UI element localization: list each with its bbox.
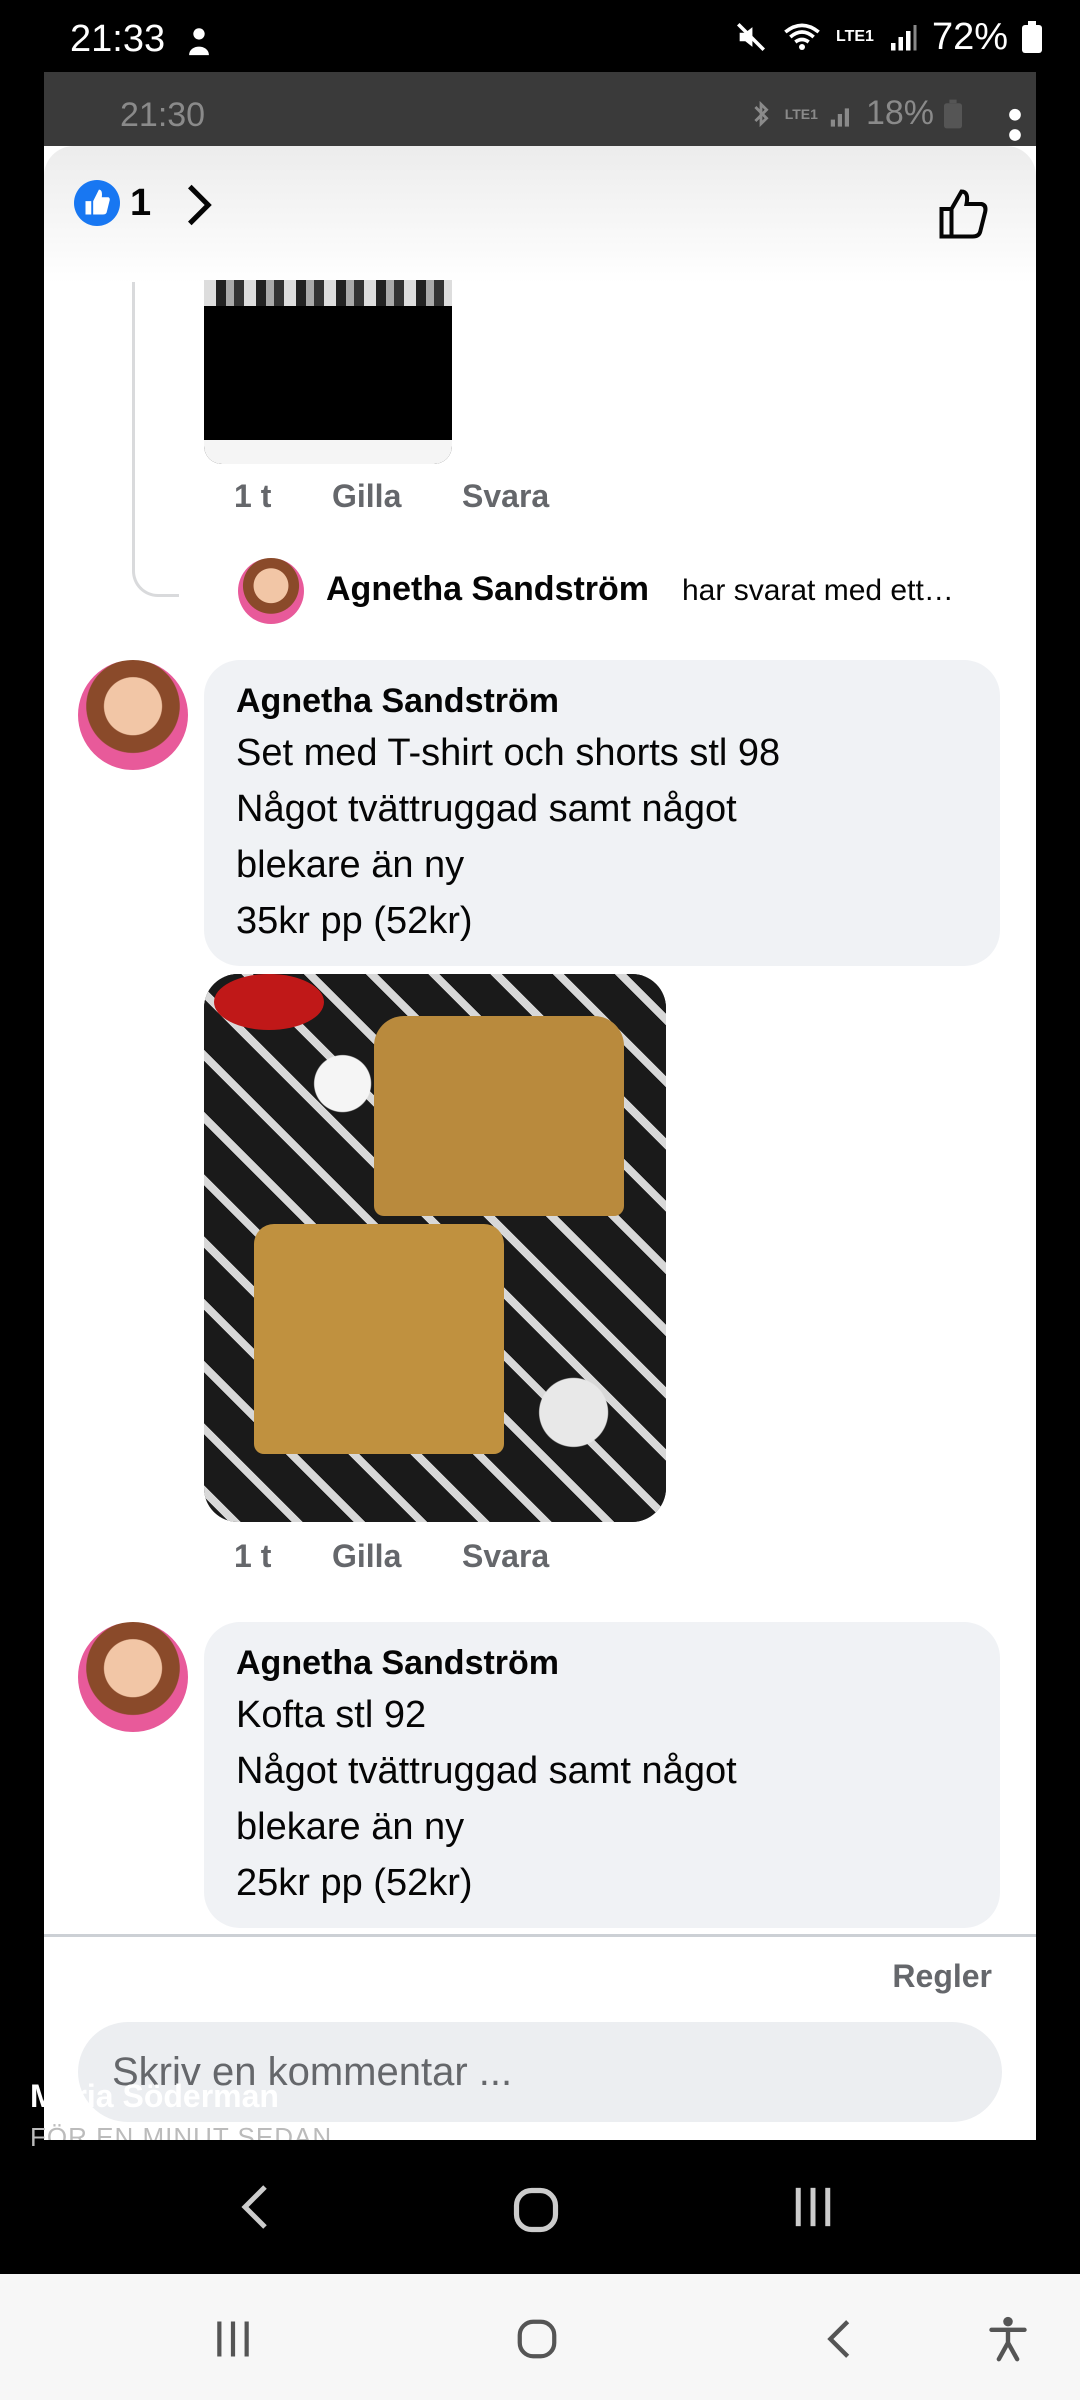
comment-text-line: 35kr pp (52kr) (236, 900, 473, 942)
battery-icon (1022, 21, 1042, 53)
wifi-icon (784, 23, 820, 50)
inner-screenshot: 21:30 LTE1 18% 1 1 t Gilla Svara Agnetha… (44, 72, 1036, 2140)
back-icon[interactable] (826, 2316, 852, 2362)
comment-author[interactable]: Agnetha Sandström (236, 1644, 559, 1683)
avatar[interactable] (238, 558, 304, 624)
inner-navigation-bar (44, 2140, 1036, 2274)
previous-comment-image[interactable] (204, 280, 452, 464)
signal-icon (890, 25, 917, 51)
like-link[interactable]: Gilla (332, 478, 462, 515)
comment-text-line: blekare än ny (236, 844, 465, 886)
mute-icon (736, 22, 766, 52)
inner-status-bar: 21:30 LTE1 18% (44, 72, 1036, 162)
rules-link[interactable]: Regler (892, 1958, 992, 1995)
tshirt (374, 1016, 624, 1216)
image-pattern-strip (204, 280, 452, 306)
inner-status-time: 21:30 (120, 96, 206, 134)
inner-signal-icon (830, 107, 849, 127)
image-phone-navbar (204, 440, 452, 464)
story-author[interactable]: Maria Söderman (30, 2078, 279, 2115)
comment-photo[interactable] (204, 974, 666, 1522)
comment-meta-row: 1 t Gilla Svara (234, 1538, 549, 1575)
inner-volte-label: LTE1 (784, 105, 818, 122)
thumbs-up-outline-icon[interactable] (934, 184, 994, 244)
reply-link[interactable]: Svara (462, 1538, 549, 1575)
outer-status-time: 21:33 (70, 18, 166, 60)
comment-text-line: Något tvättruggad samt något (236, 788, 737, 830)
comment-bubble[interactable]: Agnetha Sandström Kofta stl 92 Något tvä… (204, 1622, 1000, 1928)
red-toy (214, 974, 324, 1030)
volte-label: LTE1 (836, 28, 874, 45)
reply-preview-text[interactable]: har svarat med ett… (682, 574, 954, 608)
home-icon[interactable] (510, 2184, 562, 2236)
back-icon[interactable] (240, 2182, 270, 2232)
inner-battery-percentage: 18% (865, 94, 934, 132)
bluetooth-icon (754, 100, 769, 127)
reply-preview-name[interactable]: Agnetha Sandström (326, 570, 649, 609)
thread-connector (132, 282, 179, 597)
recents-icon[interactable] (790, 2184, 836, 2230)
chevron-right-icon[interactable] (184, 182, 214, 228)
comment-text-line: Kofta stl 92 (236, 1694, 427, 1736)
avatar[interactable] (78, 1622, 188, 1732)
battery-percentage: 72% (931, 15, 1008, 58)
comment-author[interactable]: Agnetha Sandström (236, 682, 559, 721)
comment-bubble[interactable]: Agnetha Sandström Set med T-shirt och sh… (204, 660, 1000, 966)
accessibility-icon[interactable] (986, 2314, 1030, 2364)
inner-battery-icon (944, 99, 962, 128)
notification-icon (189, 28, 209, 56)
outer-navigation-bar (0, 2274, 1080, 2400)
comment-time: 1 t (234, 478, 272, 514)
comment-text-line: 25kr pp (52kr) (236, 1862, 473, 1904)
avatar[interactable] (78, 660, 188, 770)
recents-icon[interactable] (212, 2318, 254, 2360)
comment-text-line: Något tvättruggad samt något (236, 1750, 737, 1792)
inner-status-icons: LTE1 18% (747, 94, 962, 133)
like-badge-icon[interactable] (74, 180, 120, 226)
comment-text-line: blekare än ny (236, 1806, 465, 1848)
comment-time: 1 t (234, 1538, 272, 1574)
comment-meta-row: 1 t Gilla Svara (234, 478, 549, 515)
like-count[interactable]: 1 (130, 182, 151, 225)
home-icon[interactable] (514, 2316, 560, 2362)
shorts (254, 1224, 504, 1454)
comment-text-line: Set med T-shirt och shorts stl 98 (236, 732, 781, 774)
divider (44, 1934, 1036, 1937)
like-link[interactable]: Gilla (332, 1538, 462, 1575)
reply-link[interactable]: Svara (462, 478, 549, 515)
outer-status-bar: 21:33 LTE1 72% (0, 0, 1080, 72)
outer-status-icons: LTE1 72% (734, 16, 1042, 58)
